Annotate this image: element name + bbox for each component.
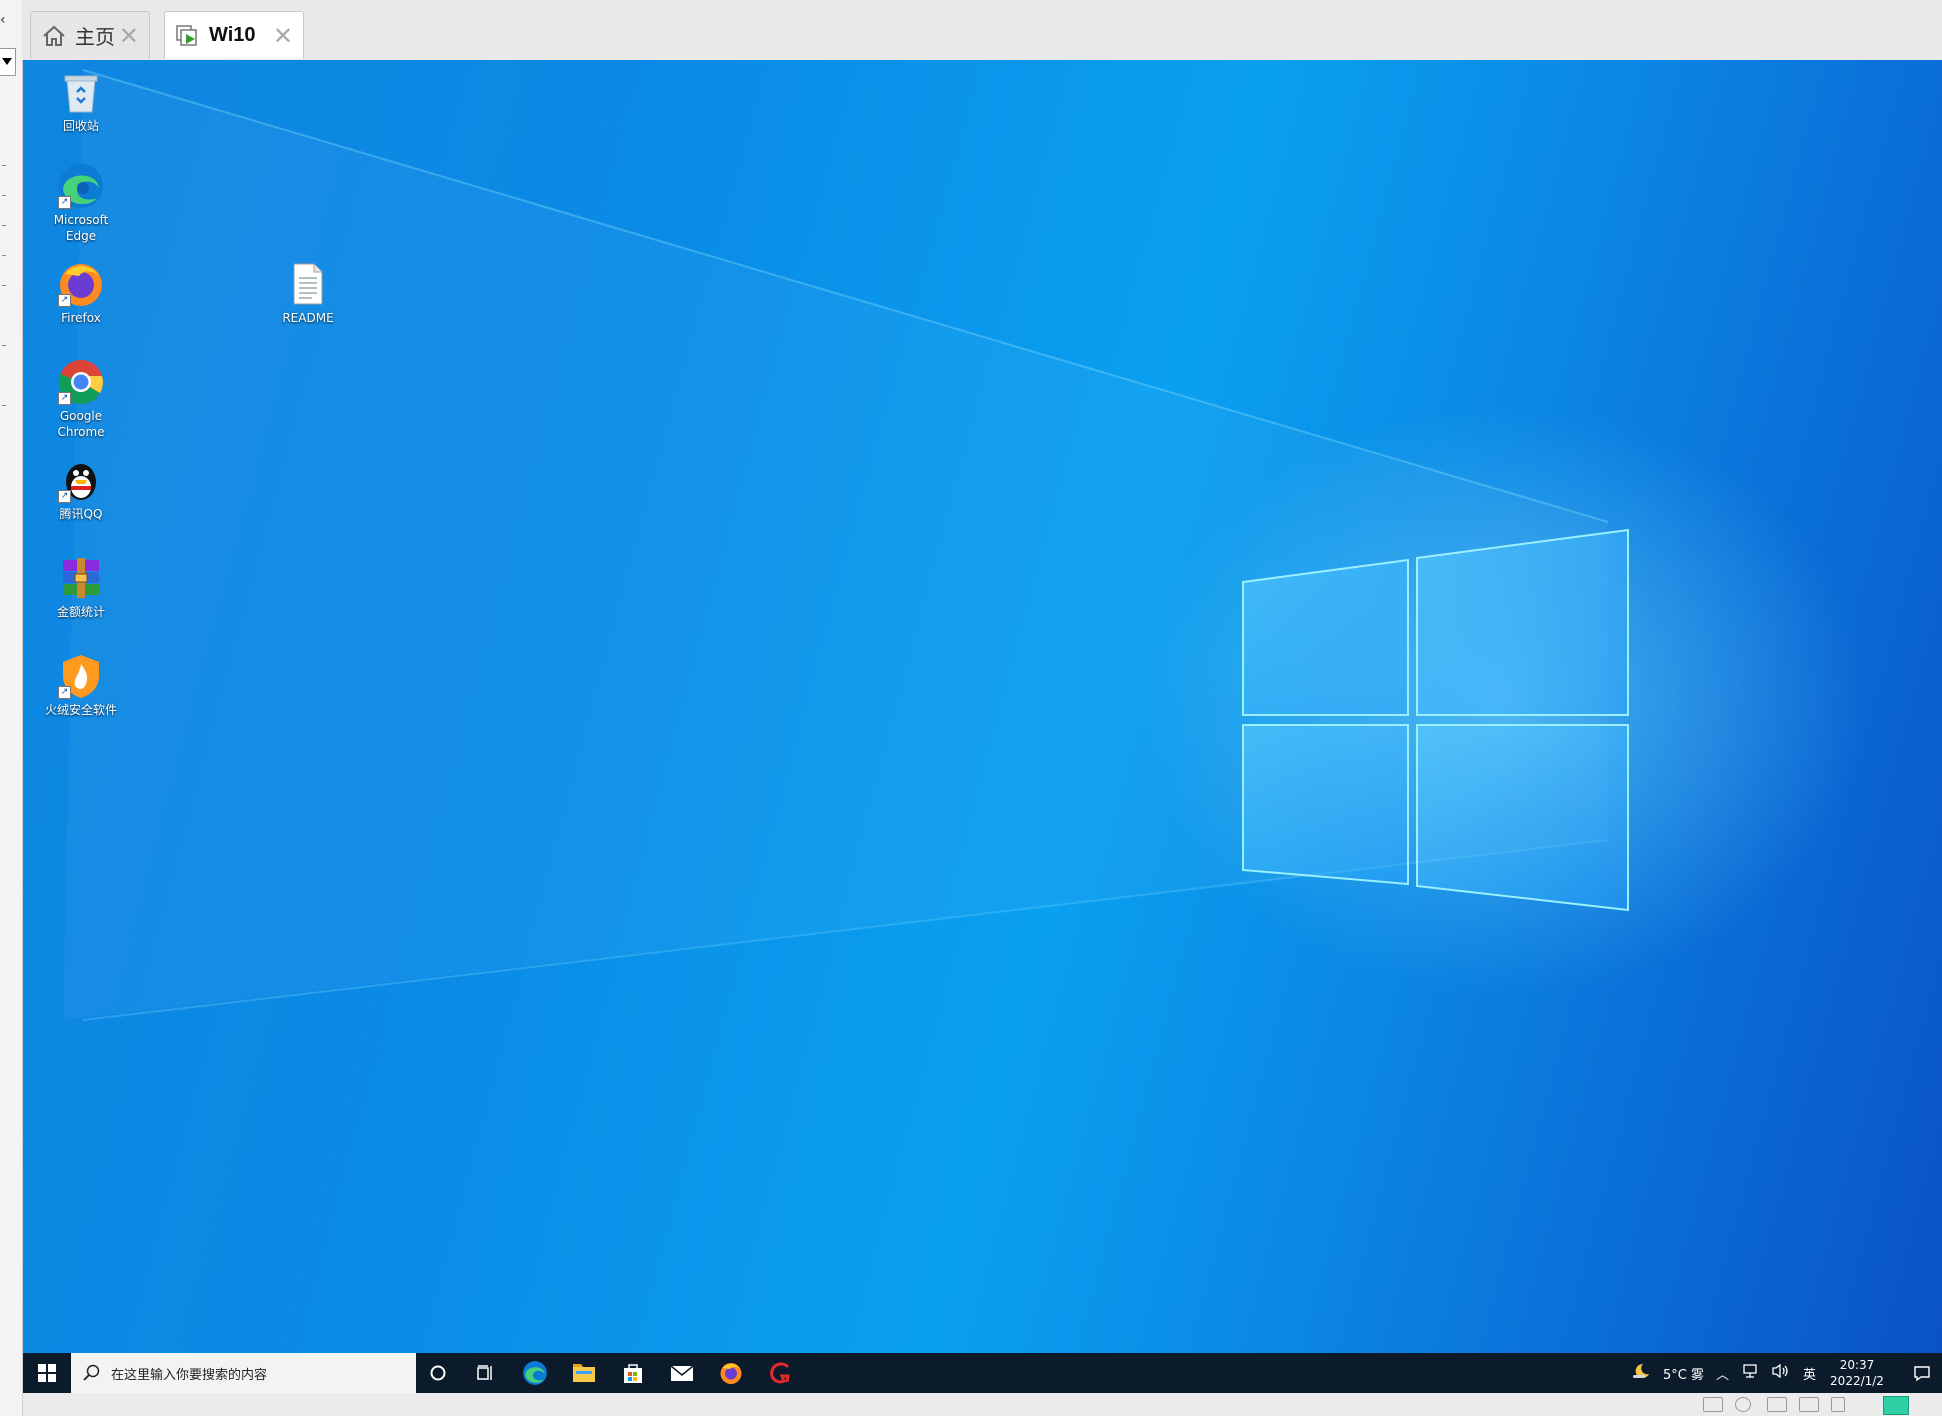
- desktop-icon-label: 腾讯QQ: [59, 507, 103, 521]
- taskbar-firefox[interactable]: [711, 1353, 751, 1393]
- wps-icon: [770, 1362, 790, 1384]
- tab-wi10[interactable]: Wi10 ✕: [164, 11, 304, 59]
- taskbar-mail[interactable]: [662, 1353, 702, 1393]
- notification-icon: [1914, 1366, 1930, 1382]
- tree-marker: [2, 405, 6, 406]
- printer-icon[interactable]: [1799, 1397, 1819, 1412]
- windows-logo-wallpaper: [63, 69, 1629, 1021]
- taskbar-store[interactable]: [613, 1353, 653, 1393]
- taskbar-wps[interactable]: [760, 1353, 800, 1393]
- windows-start-icon: [38, 1364, 56, 1382]
- collapse-arrow-icon[interactable]: ‹: [0, 12, 6, 28]
- desktop-icon-label: Firefox: [61, 311, 101, 325]
- text-file-icon: [284, 260, 332, 308]
- input-method-indicator[interactable]: 英: [1803, 1364, 1816, 1383]
- shortcut-arrow-icon: ↗: [58, 196, 71, 209]
- taskbar-search-box[interactable]: 在这里输入你要搜索的内容: [71, 1353, 416, 1393]
- edge-icon: [523, 1361, 547, 1385]
- shortcut-arrow-icon: ↗: [58, 686, 71, 699]
- hard-disk-icon[interactable]: [1703, 1397, 1723, 1412]
- archive-icon: [57, 554, 105, 602]
- tree-marker: [2, 225, 6, 226]
- desktop-icon-label: README: [282, 311, 334, 325]
- cortana-icon: [430, 1365, 446, 1381]
- firefox-icon: [720, 1363, 742, 1384]
- sound-card-icon[interactable]: [1831, 1397, 1845, 1412]
- tab-home-label: 主页: [75, 27, 115, 49]
- host-left-panel: ‹: [0, 0, 23, 1416]
- edge-icon: ↗: [57, 162, 105, 210]
- vm-tab-bar: 主页 ✕ Wi10 ✕: [22, 0, 1942, 61]
- search-placeholder: 在这里输入你要搜索的内容: [111, 1367, 268, 1383]
- close-icon[interactable]: ✕: [119, 22, 139, 50]
- vm-icon: [175, 23, 201, 49]
- desktop-icon-label: 火绒安全软件: [44, 703, 117, 717]
- file-explorer-icon: [573, 1364, 595, 1382]
- search-icon: [83, 1364, 100, 1381]
- taskbar-clock[interactable]: 20:37 2022/1/2: [1822, 1357, 1892, 1389]
- desktop-icon-chrome[interactable]: ↗ Google Chrome: [38, 358, 124, 440]
- tree-marker: [2, 195, 6, 196]
- chrome-icon: ↗: [57, 358, 105, 406]
- action-center-button[interactable]: [1902, 1364, 1942, 1382]
- desktop-icon-readme[interactable]: README: [265, 260, 351, 326]
- taskbar-edge[interactable]: [515, 1353, 555, 1393]
- library-dropdown[interactable]: [0, 48, 16, 76]
- desktop-icon-label: Microsoft Edge: [53, 213, 109, 243]
- desktop-icon-huorong[interactable]: ↗ 火绒安全软件: [38, 652, 124, 718]
- weather-icon[interactable]: [1631, 1362, 1651, 1384]
- task-view-icon: [477, 1365, 492, 1380]
- volume-icon[interactable]: [1771, 1363, 1791, 1383]
- system-tray: 5°C 雾 ︿ 英 20:37 2022/1/2: [1625, 1353, 1942, 1393]
- clock-date: 2022/1/2: [1830, 1374, 1884, 1388]
- desktop-icon-recycle-bin[interactable]: 回收站: [38, 68, 124, 134]
- desktop-icon-archive[interactable]: 金额统计: [38, 554, 124, 620]
- taskbar-file-explorer[interactable]: [564, 1353, 604, 1393]
- show-hidden-icons-chevron-icon[interactable]: ︿: [1716, 1364, 1729, 1383]
- tree-marker: [2, 345, 6, 346]
- windows-taskbar: 在这里输入你要搜索的内容 5°C 雾 ︿ 英 20:37 2022/1/2: [23, 1353, 1942, 1393]
- tree-marker: [2, 255, 6, 256]
- qq-icon: ↗: [57, 456, 105, 504]
- shortcut-arrow-icon: ↗: [58, 392, 71, 405]
- desktop-icon-label: Google Chrome: [57, 409, 105, 439]
- tree-marker: [2, 165, 6, 166]
- network-icon[interactable]: [1741, 1363, 1759, 1383]
- task-view-button[interactable]: [466, 1353, 506, 1393]
- start-button[interactable]: [23, 1353, 71, 1393]
- tab-wi10-label: Wi10: [209, 24, 256, 46]
- shortcut-arrow-icon: ↗: [58, 490, 71, 503]
- network-adapter-icon[interactable]: [1767, 1397, 1787, 1412]
- weather-text[interactable]: 5°C 雾: [1663, 1364, 1704, 1383]
- cd-drive-icon[interactable]: [1735, 1397, 1751, 1412]
- vm-status-indicator[interactable]: [1883, 1396, 1909, 1415]
- tab-home[interactable]: 主页 ✕: [30, 11, 150, 59]
- home-icon: [41, 23, 67, 49]
- huorong-icon: ↗: [57, 652, 105, 700]
- store-icon: [624, 1364, 642, 1383]
- tree-marker: [2, 285, 6, 286]
- desktop-icon-label: 金额统计: [56, 605, 105, 619]
- desktop-icon-firefox[interactable]: ↗ Firefox: [38, 260, 124, 326]
- desktop-icon-qq[interactable]: ↗ 腾讯QQ: [38, 456, 124, 522]
- recycle-bin-icon: [57, 68, 105, 116]
- clock-time: 20:37: [1839, 1358, 1875, 1372]
- firefox-icon: ↗: [57, 260, 105, 308]
- mail-icon: [670, 1365, 694, 1381]
- shortcut-arrow-icon: ↗: [58, 294, 71, 307]
- cortana-button[interactable]: [418, 1353, 458, 1393]
- desktop-icon-edge[interactable]: ↗ Microsoft Edge: [38, 162, 124, 244]
- desktop-icon-label: 回收站: [62, 119, 99, 133]
- windows-desktop[interactable]: 回收站 ↗ Microsoft Edge ↗ Firefox ↗ Google …: [23, 60, 1942, 1353]
- close-icon[interactable]: ✕: [273, 22, 293, 50]
- vm-status-bar: [23, 1393, 1942, 1416]
